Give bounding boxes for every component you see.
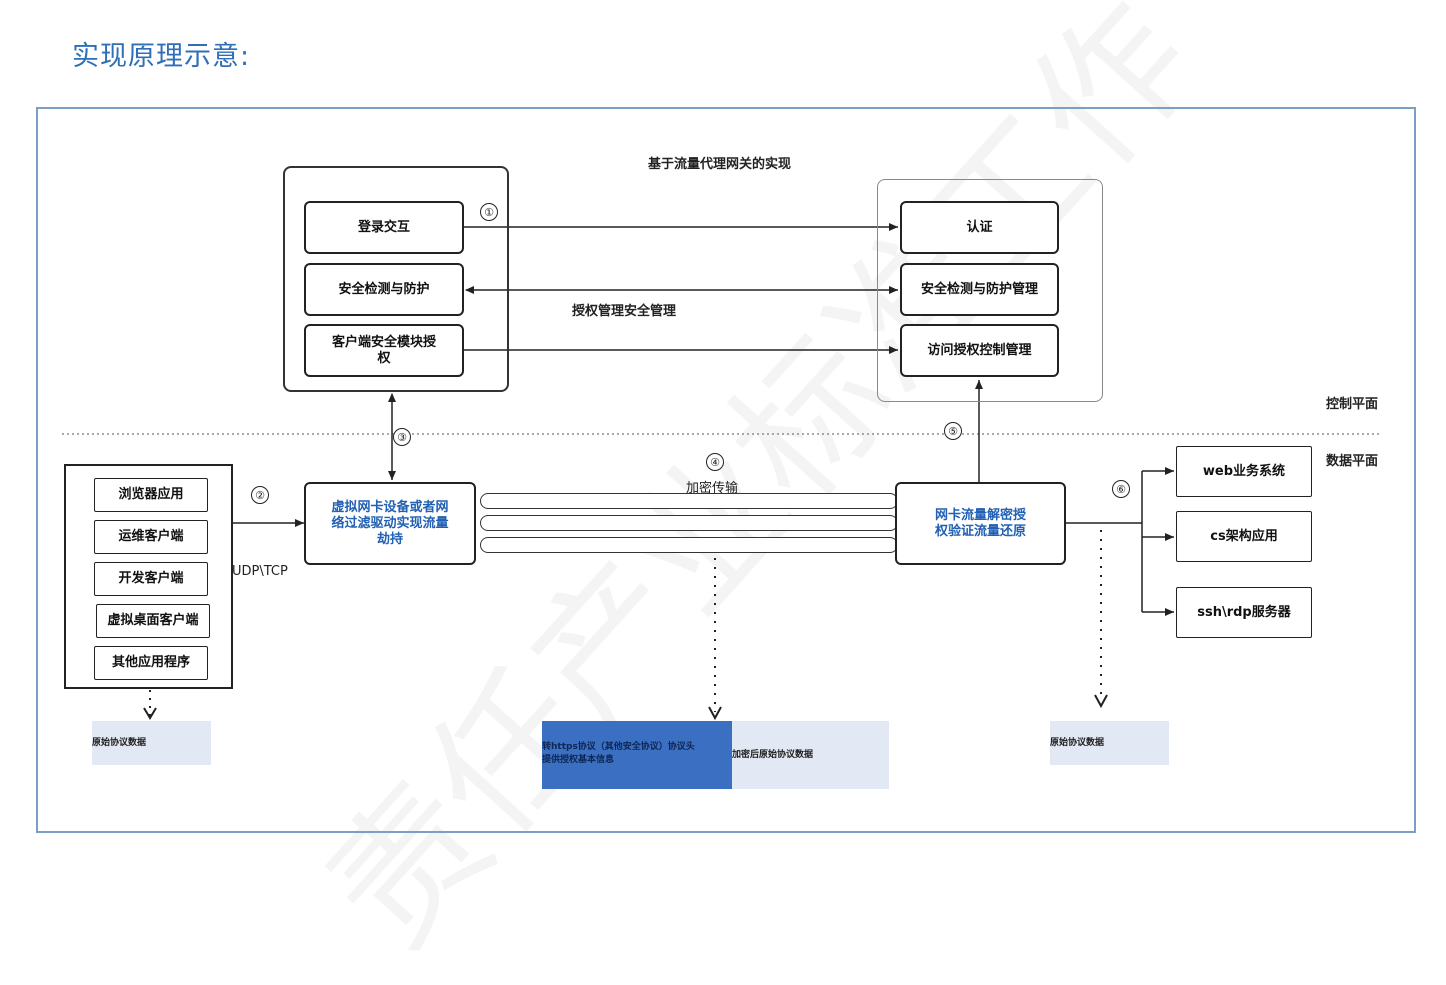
protocol-label: UDP\TCP xyxy=(232,564,288,579)
virtual-nic-box: 虚拟网卡设备或者网络过滤驱动实现流量劫持 xyxy=(304,482,476,565)
security-check-box: 安全检测与防护 xyxy=(304,263,464,316)
https-note-text: 转https协议（其他安全协议）协议头提供授权基本信息 xyxy=(542,742,695,765)
original-data-note-right-text: 原始协议数据 xyxy=(1050,738,1105,748)
app-dev-client: 开发客户端 xyxy=(94,562,208,596)
diagram-title: 基于流量代理网关的实现 xyxy=(648,157,792,172)
app-other: 其他应用程序 xyxy=(94,646,208,680)
app-ops-client: 运维客户端 xyxy=(94,520,208,554)
encrypted-pipe-3 xyxy=(480,537,898,553)
target-ssh-rdp: ssh\rdp服务器 xyxy=(1176,587,1312,638)
app-vdi-client: 虚拟桌面客户端 xyxy=(96,604,210,638)
gateway-box: 网卡流量解密授权验证流量还原 xyxy=(895,482,1066,565)
encrypted-pipe-2 xyxy=(480,515,898,531)
auth-mgmt-label: 授权管理安全管理 xyxy=(572,304,677,319)
original-data-note-left-text: 原始协议数据 xyxy=(92,738,147,748)
step-1-marker: ① xyxy=(480,203,498,221)
step-6-marker: ⑥ xyxy=(1112,480,1130,498)
encrypted-pipe-1 xyxy=(480,493,898,509)
control-plane-label: 控制平面 xyxy=(1326,397,1379,412)
security-mgmt-box: 安全检测与防护管理 xyxy=(900,263,1059,316)
auth-box: 认证 xyxy=(900,201,1059,254)
encrypted-original-note-text: 加密后原始协议数据 xyxy=(732,750,814,760)
step-4-marker: ④ xyxy=(706,453,724,471)
target-web: web业务系统 xyxy=(1176,446,1312,497)
target-cs: cs架构应用 xyxy=(1176,511,1312,562)
data-plane-label: 数据平面 xyxy=(1326,454,1379,469)
access-mgmt-box: 访问授权控制管理 xyxy=(900,324,1059,377)
login-box: 登录交互 xyxy=(304,201,464,254)
step-3-marker: ③ xyxy=(393,428,411,446)
step-2-marker: ② xyxy=(251,486,269,504)
step-5-marker: ⑤ xyxy=(944,422,962,440)
app-browser: 浏览器应用 xyxy=(94,478,208,512)
auth-module-box: 客户端安全模块授权 xyxy=(304,324,464,377)
